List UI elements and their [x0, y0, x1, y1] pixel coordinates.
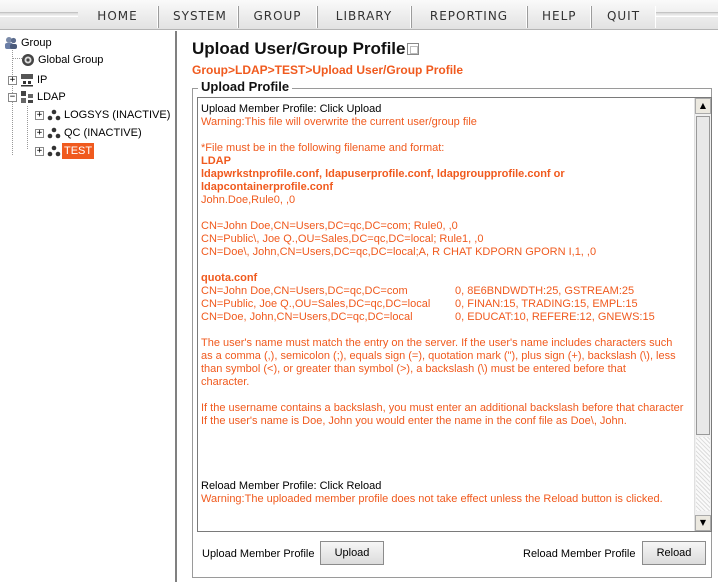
- expand-qc-toggle[interactable]: +: [35, 129, 44, 138]
- ldap-files-line: ldapcontainerprofile.conf: [201, 181, 334, 193]
- quota-title: quota.conf: [201, 272, 258, 284]
- help-icon[interactable]: [407, 42, 420, 55]
- page-title-text: Upload User/Group Profile: [192, 39, 406, 58]
- scroll-up-arrow-icon[interactable]: ▲: [695, 98, 711, 114]
- upload-warning: Warning:This file will overwrite the cur…: [201, 116, 477, 128]
- format-intro: *File must be in the following filename …: [201, 142, 445, 154]
- quota-value: 0, 8E6BNDWDTH:25, GSTREAM:25: [455, 285, 635, 297]
- quota-dn: CN=Doe, John,CN=Users,DC=qc,DC=local: [201, 311, 413, 323]
- group-icon: [5, 37, 17, 49]
- fieldset-legend: Upload Profile: [198, 79, 293, 94]
- breadcrumb: Group>LDAP>TEST>Upload User/Group Profil…: [192, 63, 464, 77]
- example-line: CN=Public\, Joe Q.,OU=Sales,DC=qc,DC=loc…: [201, 233, 484, 245]
- note-line: The user's name must match the entry on …: [201, 337, 673, 349]
- tree-label: Group: [21, 37, 52, 49]
- users-icon: [47, 127, 61, 139]
- instructions-box: Upload Member Profile: Click Upload Warn…: [197, 97, 712, 532]
- directory-icon: [21, 91, 33, 103]
- menu-quit[interactable]: QUIT: [591, 6, 656, 28]
- instructions-content: Upload Member Profile: Click Upload Warn…: [201, 100, 693, 531]
- quota-dn: CN=Public, Joe Q.,OU=Sales,DC=qc,DC=loca…: [201, 298, 431, 310]
- example-line: CN=Doe\, John,CN=Users,DC=qc,DC=local;A,…: [201, 246, 597, 258]
- ldap-title: LDAP: [201, 155, 231, 167]
- group-tree: Group Global Group + IP − LDAP + LOGSYS …: [0, 31, 177, 582]
- tree-label: IP: [37, 74, 48, 86]
- menu-group[interactable]: GROUP: [238, 6, 317, 28]
- upload-button[interactable]: Upload: [320, 541, 384, 565]
- example-line: John.Doe,Rule0, ,0: [201, 194, 296, 206]
- quota-row: CN=John Doe,CN=Users,DC=qc,DC=com 0, 8E6B…: [201, 285, 693, 298]
- reload-warning: Warning:The uploaded member profile does…: [201, 493, 663, 505]
- menu-rule-left: [0, 12, 78, 17]
- ldap-files-line: ldapwrkstnprofile.conf, ldapuserprofile.…: [201, 168, 565, 180]
- scrollbar-thumb[interactable]: [696, 116, 710, 435]
- network-icon: [21, 74, 33, 87]
- menu-help[interactable]: HELP: [527, 6, 591, 28]
- reload-member-profile-label: Reload Member Profile: [523, 548, 636, 560]
- tree-label: Global Group: [38, 54, 104, 66]
- tree-label: QC (INACTIVE): [64, 127, 142, 139]
- top-menu-bar: HOME SYSTEM GROUP LIBRARY REPORTING HELP…: [0, 0, 718, 30]
- users-icon: [47, 109, 61, 121]
- collapse-ldap-toggle[interactable]: −: [8, 93, 17, 102]
- scrollbar-track[interactable]: [696, 437, 710, 511]
- upload-heading: Upload Member Profile: Click Upload: [201, 103, 382, 115]
- expand-ip-toggle[interactable]: +: [8, 76, 17, 85]
- note-line: If the user's name is Doe, John you woul…: [201, 415, 627, 427]
- menu-rule-right: [656, 12, 718, 17]
- tree-label: LOGSYS (INACTIVE): [64, 109, 171, 121]
- scroll-down-arrow-icon[interactable]: ▼: [695, 515, 711, 531]
- menu-system[interactable]: SYSTEM: [158, 6, 238, 28]
- expand-logsys-toggle[interactable]: +: [35, 111, 44, 120]
- menu-home[interactable]: HOME: [78, 6, 158, 28]
- tree-label: LDAP: [37, 91, 66, 103]
- globe-icon: [22, 54, 34, 66]
- tree-label-selected: TEST: [62, 143, 95, 159]
- quota-row: CN=Doe, John,CN=Users,DC=qc,DC=local 0, E…: [201, 311, 693, 324]
- quota-value: 0, EDUCAT:10, REFERE:12, GNEWS:15: [455, 311, 655, 323]
- upload-member-profile-label: Upload Member Profile: [202, 548, 315, 560]
- quota-row: CN=Public, Joe Q.,OU=Sales,DC=qc,DC=loca…: [201, 298, 693, 311]
- example-line: CN=John Doe,CN=Users,DC=qc,DC=com; Rule0…: [201, 220, 458, 232]
- quota-dn: CN=John Doe,CN=Users,DC=qc,DC=com: [201, 285, 408, 297]
- tree-line: [27, 106, 28, 149]
- users-icon: [47, 145, 61, 157]
- note-line: as a comma (,), semicolon (;), equals si…: [201, 350, 676, 362]
- note-line: than symbol (<), or greater than symbol …: [201, 363, 626, 375]
- quota-value: 0, FINAN:15, TRADING:15, EMPL:15: [455, 298, 638, 310]
- main-menu: HOME SYSTEM GROUP LIBRARY REPORTING HELP…: [78, 6, 656, 28]
- reload-heading: Reload Member Profile: Click Reload: [201, 480, 382, 492]
- vertical-scrollbar[interactable]: ▲ ▼: [694, 98, 711, 531]
- menu-reporting[interactable]: REPORTING: [411, 6, 527, 28]
- menu-library[interactable]: LIBRARY: [317, 6, 411, 28]
- page-title: Upload User/Group Profile: [192, 39, 420, 59]
- note-line: character.: [201, 376, 250, 388]
- note-line: If the username contains a backslash, yo…: [201, 402, 684, 414]
- app-window: HOME SYSTEM GROUP LIBRARY REPORTING HELP…: [0, 0, 718, 582]
- expand-test-toggle[interactable]: +: [35, 147, 44, 156]
- reload-button[interactable]: Reload: [642, 541, 706, 565]
